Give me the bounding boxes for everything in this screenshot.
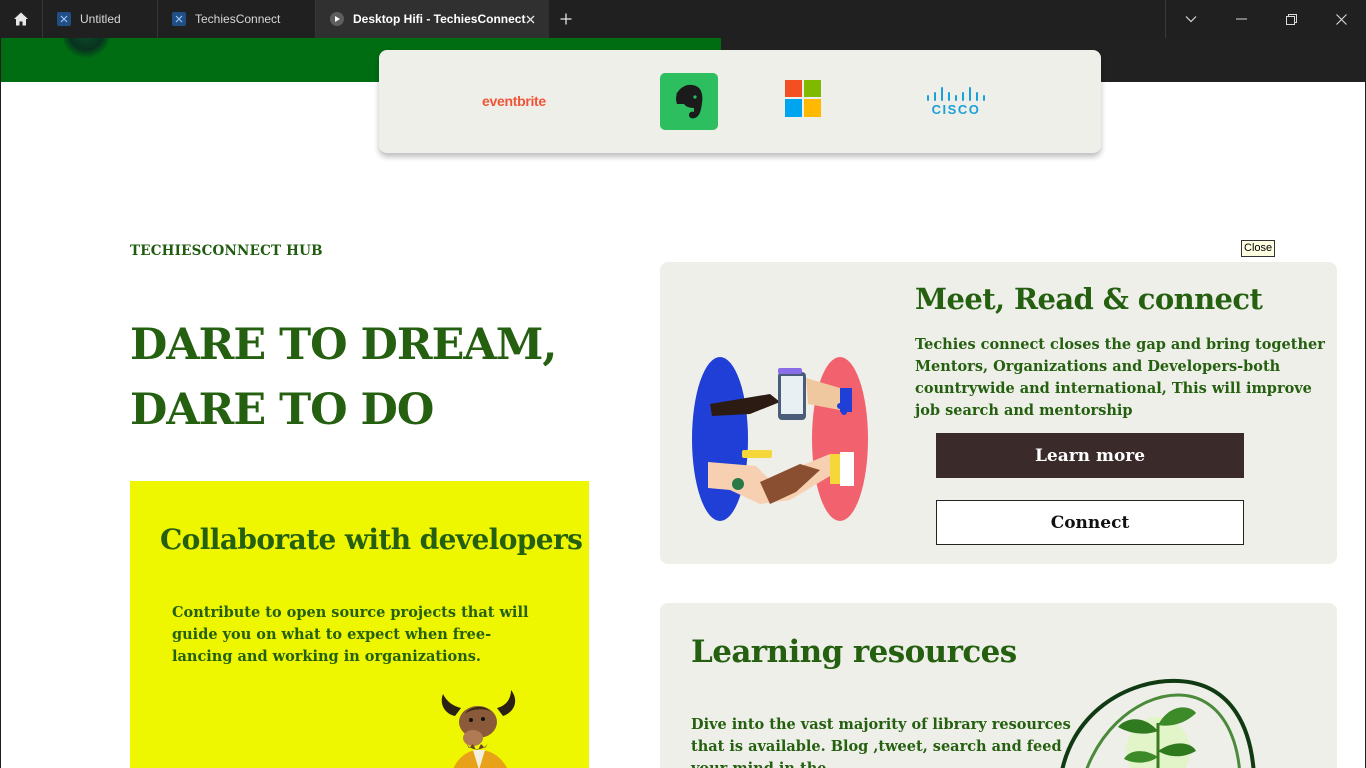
close-window-button[interactable]: [1316, 0, 1366, 38]
chevron-down-icon: [1185, 16, 1197, 23]
partners-bar: eventbrite CISCO: [379, 50, 1101, 153]
plus-icon: [560, 13, 572, 25]
figma-file-icon: [172, 12, 186, 26]
microsoft-logo[interactable]: [785, 80, 821, 117]
collaborate-title: Collaborate with developers: [160, 523, 583, 556]
close-tooltip: Close: [1241, 240, 1276, 257]
learn-more-button[interactable]: Learn more: [936, 433, 1244, 478]
close-icon: [1335, 13, 1347, 25]
learning-description: Dive into the vast majority of library r…: [691, 716, 1071, 768]
page-canvas: eventbrite CISCO Close TECHIESCONNECT HU…: [0, 38, 1366, 768]
page-title: DARE TO DREAM, DARE TO DO: [130, 313, 557, 443]
collaborate-description: Contribute to open source projects that …: [172, 604, 529, 665]
tab-untitled[interactable]: Untitled: [42, 0, 157, 38]
restore-icon: [1285, 13, 1297, 25]
tab-label: Untitled: [80, 12, 121, 26]
evernote-logo[interactable]: [660, 73, 718, 130]
browser-tab-bar: Untitled TechiesConnect Desktop Hifi - T…: [0, 0, 1366, 38]
meet-description: Techies connect closes the gap and bring…: [915, 336, 1325, 419]
collaborate-card[interactable]: Collaborate with developers Contribute t…: [130, 481, 589, 768]
tab-techiesconnect[interactable]: TechiesConnect: [157, 0, 315, 38]
tab-label: TechiesConnect: [195, 12, 281, 26]
minimize-button[interactable]: [1216, 0, 1266, 38]
home-button[interactable]: [0, 0, 42, 38]
cisco-logo[interactable]: CISCO: [925, 84, 987, 117]
evernote-elephant-icon: [676, 84, 703, 118]
new-tab-button[interactable]: [556, 9, 576, 29]
home-icon: [14, 12, 28, 26]
gnu-mascot-icon: [441, 690, 516, 768]
hero-decoration: [63, 38, 109, 58]
tab-desktop-hifi[interactable]: Desktop Hifi - TechiesConnect: [315, 0, 549, 38]
meet-read-connect-card: Meet, Read & connect Techies connect clo…: [660, 262, 1337, 564]
hub-label: TECHIESCONNECT HUB: [130, 243, 323, 259]
tab-close-icon[interactable]: [522, 11, 538, 27]
headline-line-1: DARE TO DREAM,: [130, 320, 557, 370]
headline-line-2: DARE TO DO: [130, 385, 434, 435]
tab-label: Desktop Hifi - TechiesConnect: [353, 12, 526, 26]
cisco-wordmark: CISCO: [932, 102, 981, 116]
meet-title: Meet, Read & connect: [915, 282, 1263, 316]
figma-file-icon: [57, 12, 71, 26]
play-icon: [330, 12, 344, 26]
tab-list-button[interactable]: [1166, 0, 1216, 38]
learning-title: Learning resources: [691, 634, 1017, 670]
minimize-icon: [1235, 18, 1247, 20]
eventbrite-logo[interactable]: eventbrite: [482, 93, 546, 109]
restore-button[interactable]: [1266, 0, 1316, 38]
connect-button[interactable]: Connect: [936, 500, 1244, 545]
handshake-illustration: [692, 357, 868, 521]
learning-resources-card: Learning resources Dive into the vast ma…: [660, 603, 1337, 768]
